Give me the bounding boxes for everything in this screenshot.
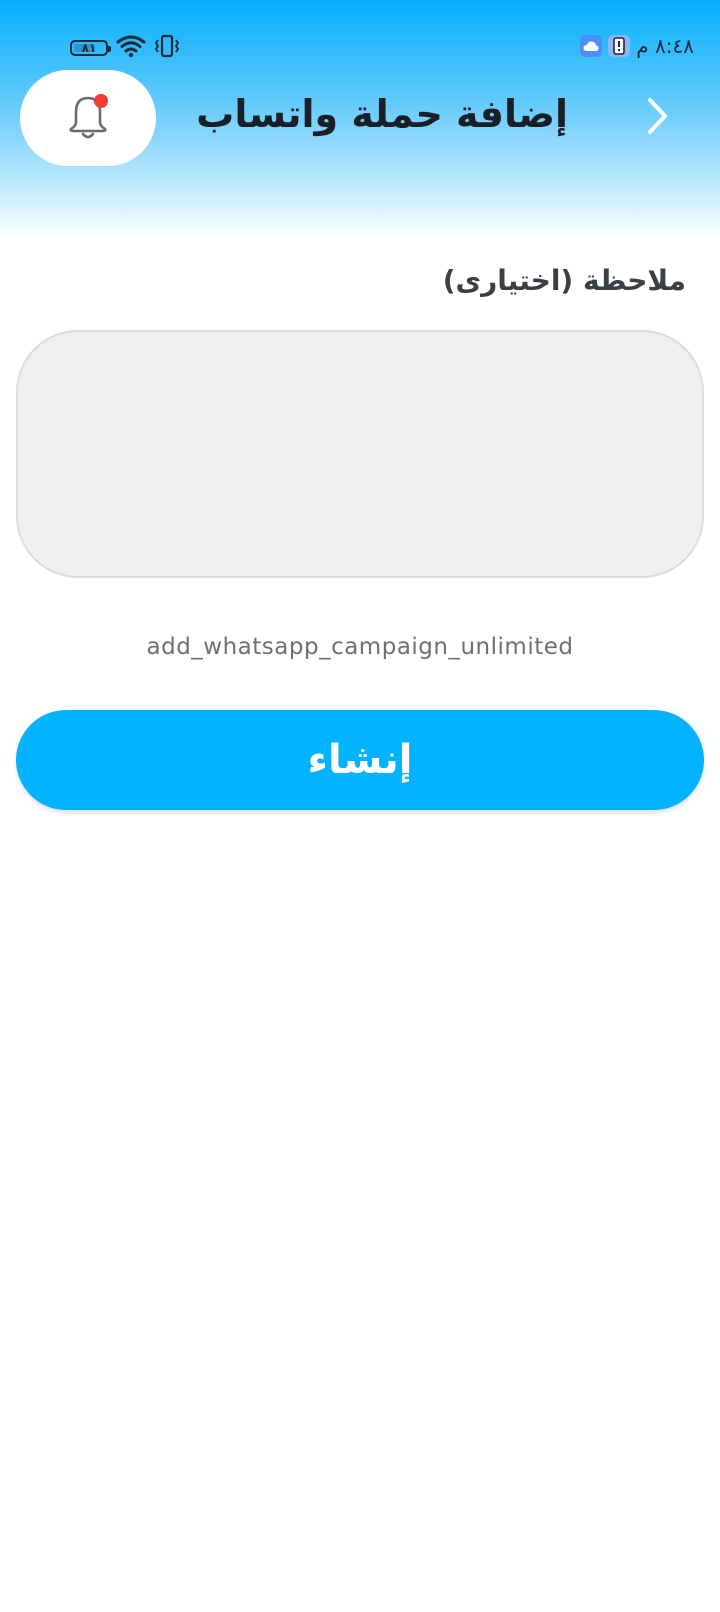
cloud-icon [580, 35, 603, 57]
back-button[interactable] [638, 96, 678, 140]
chevron-right-icon [645, 96, 671, 140]
notification-badge [94, 94, 108, 108]
notifications-button[interactable] [20, 70, 156, 166]
vibrate-icon [154, 34, 180, 62]
app-notification-icon [608, 35, 631, 57]
screen: ٨١ ٨:٤٨ م إضافة حملة واتساب ملاحظة (اختي… [0, 0, 720, 1612]
battery-icon: ٨١ [70, 40, 111, 56]
note-textarea[interactable] [16, 330, 704, 578]
battery-level: ٨١ [81, 41, 97, 55]
bell-icon [66, 94, 110, 142]
status-bar: ٨١ ٨:٤٨ م [0, 30, 720, 66]
status-bar-right: ٨:٤٨ م [580, 34, 694, 58]
status-time: ٨:٤٨ م [636, 34, 694, 58]
wifi-icon [116, 34, 146, 62]
create-button[interactable]: إنشاء [16, 710, 704, 810]
note-label: ملاحظة (اختيارى) [442, 264, 686, 297]
page-title: إضافة حملة واتساب [196, 92, 568, 136]
status-bar-system-icons: ٨١ [70, 34, 180, 62]
campaign-limit-text: add_whatsapp_campaign_unlimited [146, 634, 574, 660]
